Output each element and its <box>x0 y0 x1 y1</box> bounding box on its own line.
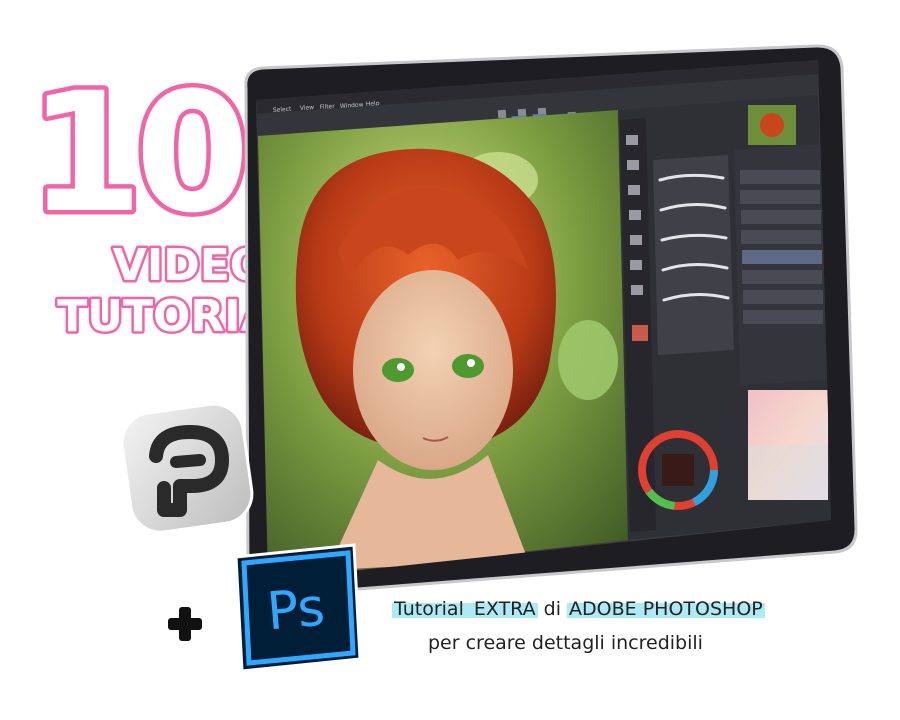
promo-line-2: per creare dettagli incredibili <box>428 632 703 654</box>
promo-tutorial: Tutorial <box>392 598 472 620</box>
photoshop-badge: Ps <box>230 541 366 675</box>
photoshop-label: Ps <box>265 578 328 643</box>
screen: Select View Filter Window Help <box>256 60 831 580</box>
promo-line-1: Tutorial EXTRA di ADOBE PHOTOSHOP <box>392 598 765 620</box>
promo-extra: EXTRA <box>471 598 538 620</box>
headline-number-text: 10 <box>30 60 242 230</box>
plus-sign <box>165 604 205 644</box>
promo-di: di <box>537 598 568 620</box>
tablet-mockup: Select View Filter Window Help <box>228 40 868 600</box>
clip-studio-logo <box>118 398 258 538</box>
promo-adobe-photoshop: ADOBE PHOTOSHOP <box>567 598 765 620</box>
